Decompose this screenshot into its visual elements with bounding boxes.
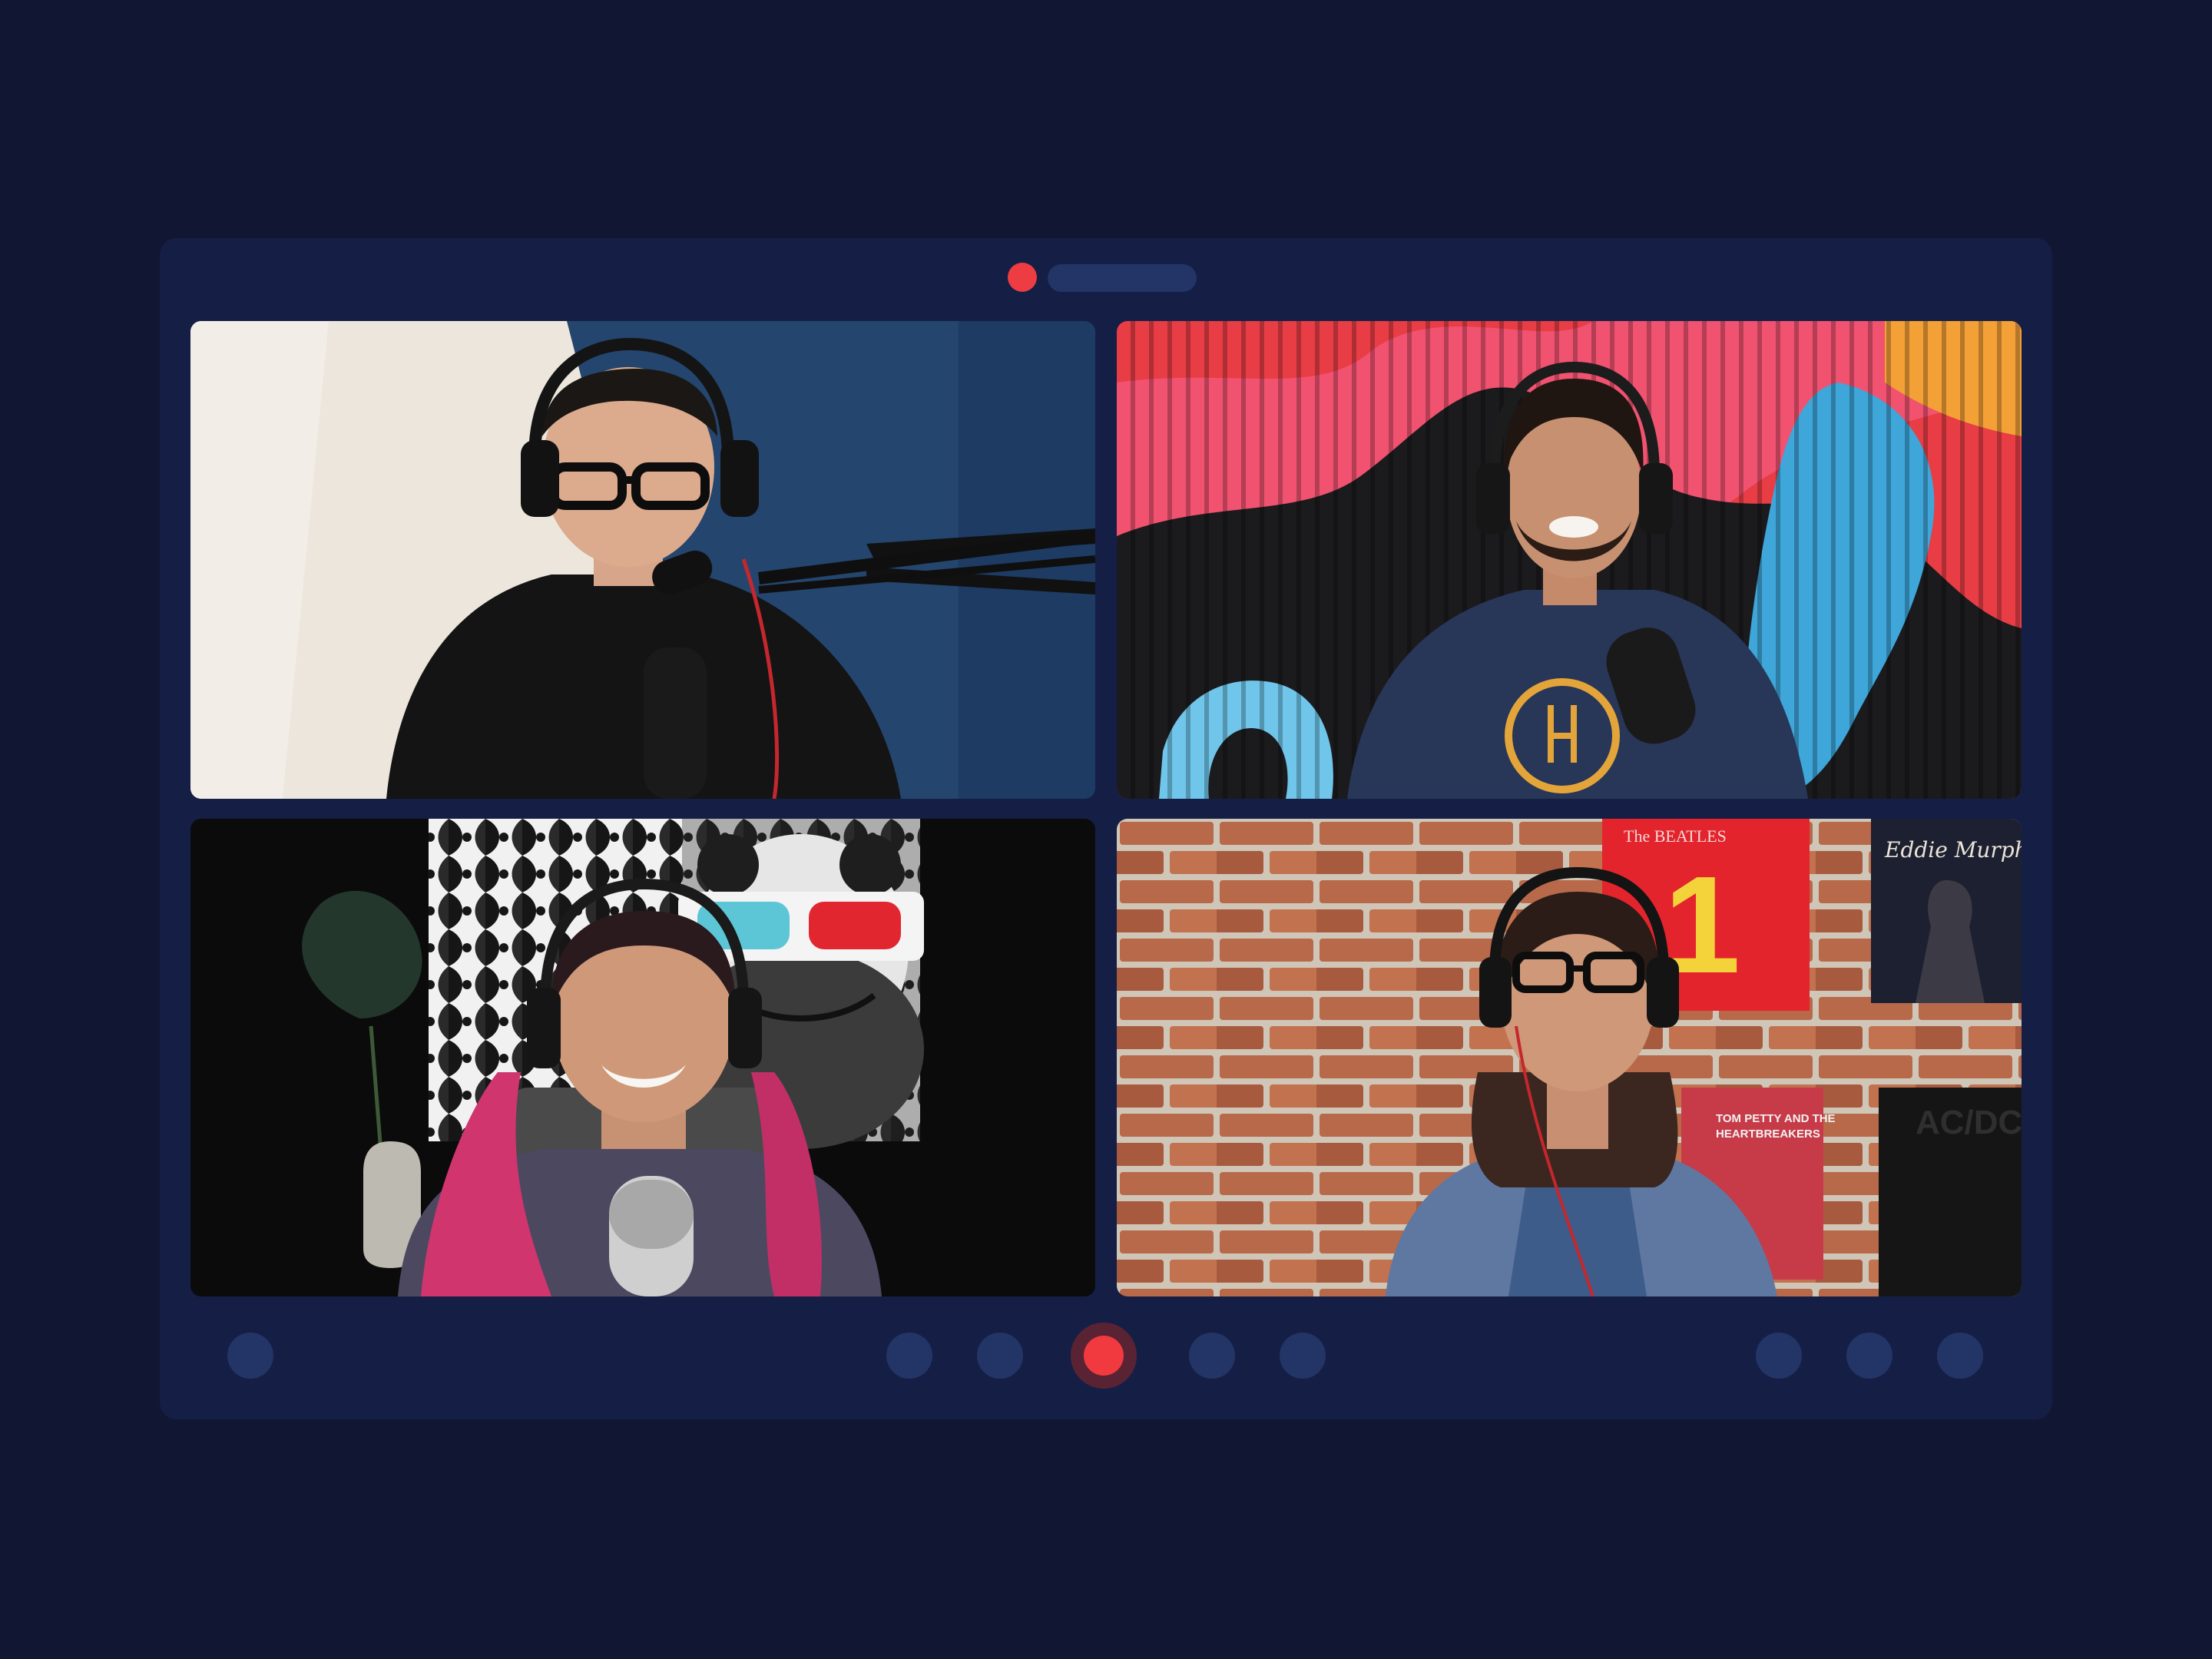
video-tile-participant-1[interactable] [190,321,1095,799]
participant-1-video [190,321,1095,799]
video-tile-participant-2[interactable] [1117,321,2022,799]
call-title-placeholder [1048,264,1197,292]
eddie-murphy-label: Eddie Murphy [1884,837,2022,863]
participant-3-video [190,819,1095,1296]
layout-button[interactable] [1846,1333,1892,1379]
tom-petty-label-line2: HEARTBREAKERS [1716,1128,1820,1141]
video-tile-participant-4[interactable]: The BEATLES 1 Eddie Murphy TOM PETTY AND… [1117,819,2022,1296]
video-tile-participant-3[interactable] [190,819,1095,1296]
mic-button[interactable] [886,1333,932,1379]
participants-button[interactable] [1756,1333,1802,1379]
tom-petty-label-line1: TOM PETTY AND THE [1716,1112,1836,1125]
beatles-label: The BEATLES [1624,826,1727,846]
participant-4-video: The BEATLES 1 Eddie Murphy TOM PETTY AND… [1117,819,2022,1296]
screen-share-button[interactable] [1189,1333,1235,1379]
camera-button[interactable] [977,1333,1023,1379]
record-button[interactable] [1071,1323,1137,1389]
settings-button[interactable] [227,1333,273,1379]
recording-indicator-icon [1008,263,1037,292]
acdc-label: AC/DC [1916,1104,2022,1141]
participant-2-video [1117,321,2022,799]
chat-button[interactable] [1280,1333,1326,1379]
leave-button[interactable] [1937,1333,1983,1379]
record-icon [1084,1336,1124,1376]
